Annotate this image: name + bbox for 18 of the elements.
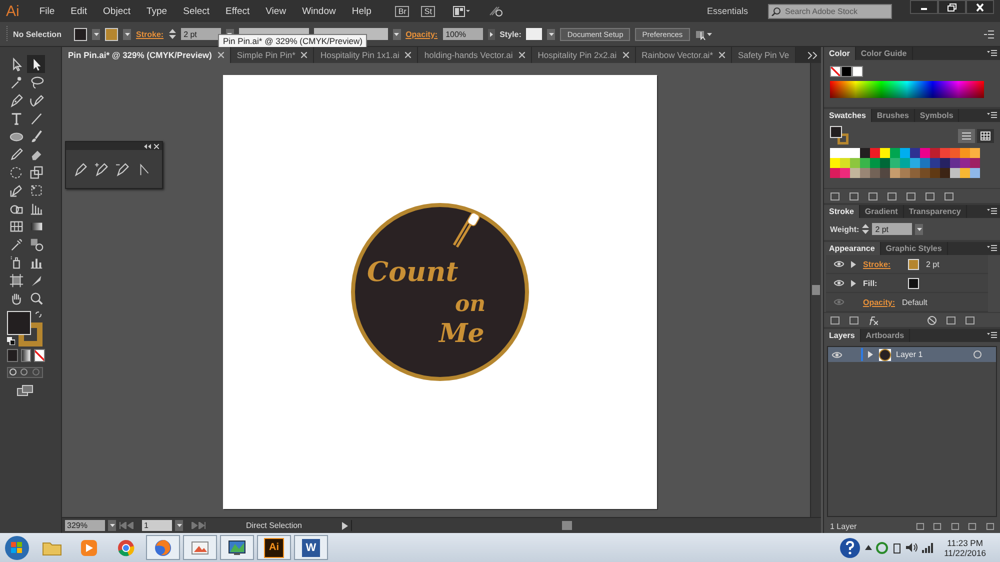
selection-status: No Selection xyxy=(13,30,62,38)
style-label: Style: xyxy=(500,30,522,38)
attribute-value: 2 pt xyxy=(926,260,940,268)
tooltip: Pin Pin.ai* @ 329% (CMYK/Preview) xyxy=(218,34,368,48)
app-label: W xyxy=(302,538,320,556)
lettering: Count xyxy=(367,257,458,288)
date-text: 11/22/2016 xyxy=(944,548,986,558)
app-label: Ai xyxy=(264,538,284,558)
app-logo: Ai xyxy=(6,2,20,20)
lettering: on xyxy=(455,291,486,317)
weight-label: Weight: xyxy=(830,224,860,234)
layer-count: 1 Layer xyxy=(830,522,857,530)
attribute-label: Fill: xyxy=(863,278,878,288)
attribute-value: Default xyxy=(902,298,928,306)
current-tool-label: Direct Selection xyxy=(244,521,304,530)
time-text: 11:23 PM xyxy=(947,538,983,548)
layer-name: Layer 1 xyxy=(896,350,924,359)
lettering: Me xyxy=(439,319,484,349)
